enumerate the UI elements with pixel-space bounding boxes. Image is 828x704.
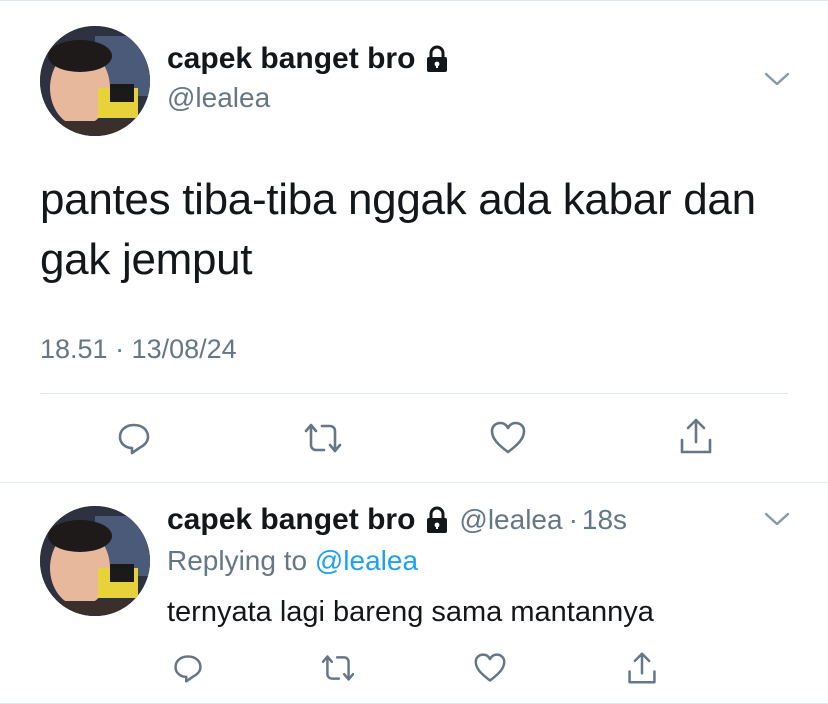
reply-text: ternyata lagi bareng sama mantannya [167,596,654,628]
share-icon[interactable] [676,414,716,458]
replying-prefix: Replying to [167,545,308,576]
section-divider [0,482,828,483]
reply-icon[interactable] [114,418,154,458]
retweet-icon[interactable] [301,418,345,458]
lock-icon [425,45,449,73]
main-tweet: capek banget bro @lealea pantes tiba-tib… [0,0,828,482]
avatar-image [40,506,150,616]
replying-to: Replying to @lealea [167,545,418,577]
handle[interactable]: @lealea [167,82,270,114]
replying-to-link[interactable]: @lealea [315,545,418,576]
dot-separator: · [568,504,578,535]
reply-author-row: capek banget bro @lealea · 18s [167,503,627,537]
tweet-text: pantes tiba-tiba nggak ada kabar dan gak… [40,175,756,284]
divider [40,393,788,394]
like-icon[interactable] [488,418,528,458]
reply-chevron-down-icon[interactable] [763,510,791,528]
chevron-down-icon[interactable] [763,70,791,88]
author-row: capek banget bro [167,42,449,76]
reply-display-name[interactable]: capek banget bro [167,503,415,537]
reply-avatar[interactable] [40,506,150,616]
reply-reply-icon[interactable] [170,650,206,686]
display-name[interactable]: capek banget bro [167,42,415,76]
reply-retweet-icon[interactable] [318,650,358,686]
reply-time[interactable]: 18s [582,504,627,536]
timestamp[interactable]: 18.51 · 13/08/24 [40,334,237,365]
avatar-image [40,26,150,136]
lock-icon [425,506,449,534]
avatar[interactable] [40,26,150,136]
reply-handle[interactable]: @lealea [459,504,562,536]
reply-share-icon[interactable] [624,648,660,688]
reply-like-icon[interactable] [472,650,508,686]
